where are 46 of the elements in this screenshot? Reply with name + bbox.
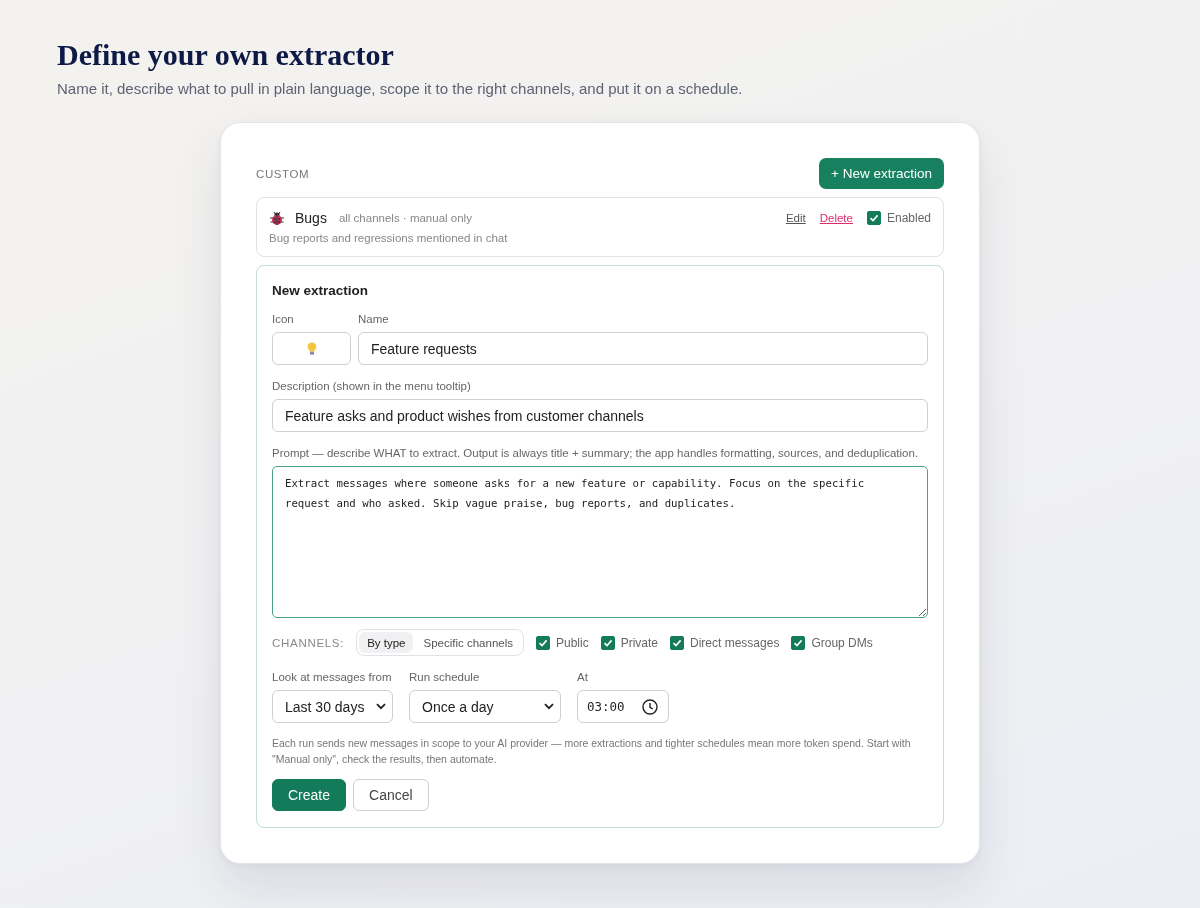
clock-icon[interactable] <box>642 698 658 715</box>
field-label: Name <box>358 312 390 326</box>
chevron-down-icon <box>376 703 386 710</box>
delete-link[interactable]: Delete <box>819 212 853 224</box>
page-subtitle: Name it, describe what to pull in plain language, scope it to the right channels, and put it on a schedule. <box>57 80 743 98</box>
description-input[interactable]: Feature asks and product wishes from customer channels <box>272 399 928 432</box>
field-label: Prompt — describe WHAT to extract. Output is always title + summary; the app handles formatting, sources, and deduplication. <box>272 446 920 460</box>
ladybug-icon <box>269 210 285 226</box>
time-value: 03:00 <box>587 699 625 714</box>
icon-field[interactable] <box>272 332 351 365</box>
channel-type-label: Public <box>556 635 589 650</box>
field-label: At <box>577 670 589 684</box>
extractor-meta: all channels · manual only <box>338 212 472 224</box>
prompt-textarea[interactable]: Extract messages where someone asks for a new feature or capability. Focus on the specific request and who asked. Skip vague praise, bug reports, and duplicates. <box>272 466 928 618</box>
channel-type-label: Private <box>620 635 659 650</box>
field-label: Run schedule <box>409 670 481 684</box>
channel-type-label: Direct messages <box>690 635 780 650</box>
enabled-checkbox[interactable] <box>866 211 881 225</box>
section-label: CUSTOM <box>256 167 310 180</box>
channel-mode-option[interactable]: Specific channels <box>415 632 521 653</box>
page-title: Define your own extractor <box>57 38 394 72</box>
field-label: Description (shown in the menu tooltip) <box>272 379 472 393</box>
edit-link[interactable]: Edit <box>785 212 806 224</box>
name-input[interactable]: Feature requests <box>358 332 928 365</box>
field-label: Look at messages from <box>272 670 393 684</box>
enabled-label: Enabled <box>886 211 931 225</box>
channel-type-checkbox[interactable] <box>791 635 806 650</box>
schedule-select[interactable]: Once a day <box>409 690 561 723</box>
create-button[interactable]: Create <box>272 779 347 811</box>
channel-mode-option[interactable]: By type <box>359 632 414 653</box>
channel-type-checkbox[interactable] <box>536 635 550 650</box>
cost-note: Each run sends new messages in scope to your AI provider — more extractions and tighter schedules mean more token spend. Start with "Manual only", check the results, then automate. <box>272 736 912 767</box>
light-bulb-icon <box>306 341 317 356</box>
extractor-description: Bug reports and regressions mentioned in chat <box>269 232 509 244</box>
time-input[interactable]: 03:00 <box>577 690 669 723</box>
new-extraction-button[interactable]: + New extraction <box>819 158 944 189</box>
extractor-name: Bugs <box>295 210 327 226</box>
field-label: Icon <box>272 312 295 326</box>
cancel-button[interactable]: Cancel <box>353 779 429 811</box>
chevron-down-icon <box>544 703 554 710</box>
channels-label: CHANNELS: <box>272 636 345 649</box>
channel-type-checkbox[interactable] <box>600 635 615 650</box>
channel-type-checkbox[interactable] <box>670 635 685 650</box>
lookback-select[interactable]: Last 30 days <box>272 690 393 723</box>
channel-type-label: Group DMs <box>811 635 873 650</box>
form-title: New extraction <box>272 283 370 298</box>
